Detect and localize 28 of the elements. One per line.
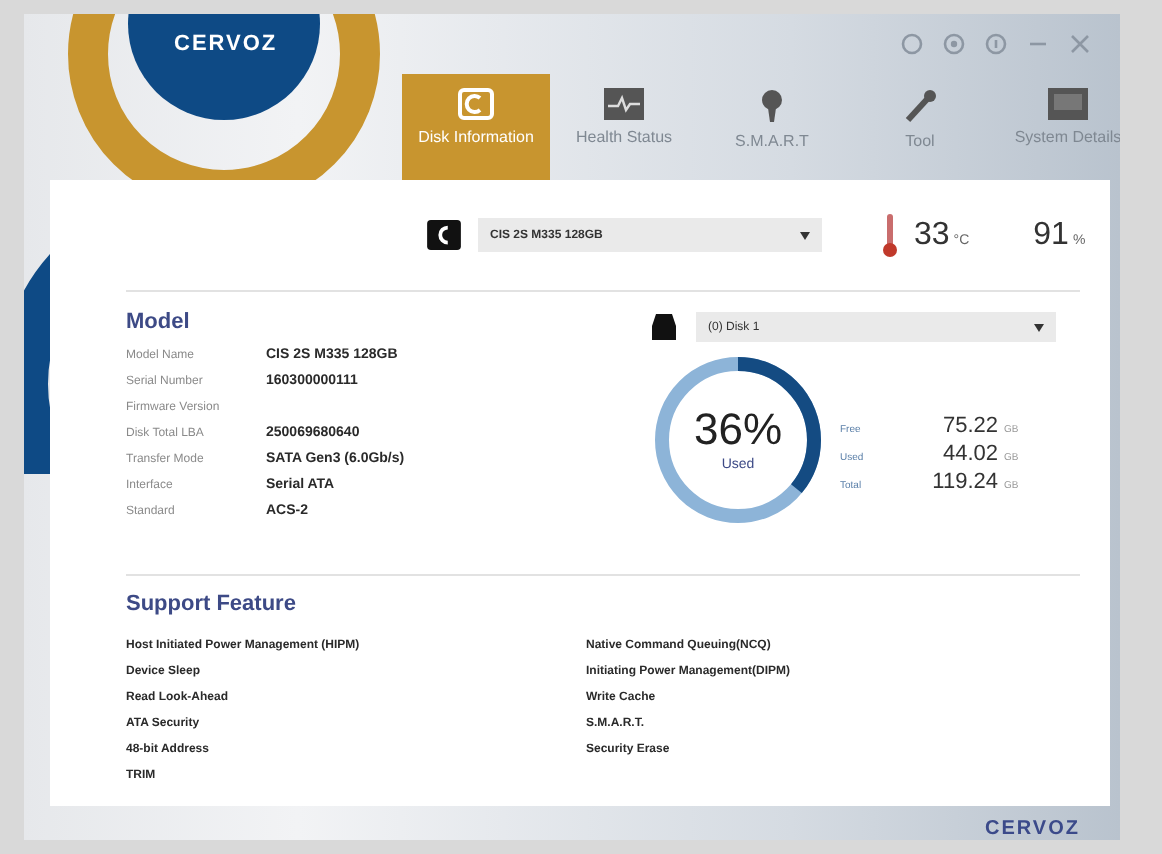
- stat-value: 75.22: [940, 414, 998, 438]
- wrench-icon: [902, 88, 938, 124]
- close-icon[interactable]: [1068, 32, 1092, 56]
- bulb-icon: [760, 88, 784, 124]
- caret-icon: [1034, 323, 1044, 331]
- refresh-icon[interactable]: [900, 32, 924, 56]
- settings-icon[interactable]: [942, 32, 966, 56]
- info-icon[interactable]: [984, 32, 1008, 56]
- tab[interactable]: System Details: [994, 74, 1120, 180]
- drive-icon: [652, 314, 676, 340]
- tab[interactable]: Disk Information: [402, 74, 550, 180]
- screen-icon: [1048, 88, 1088, 120]
- tab[interactable]: Health Status: [550, 74, 698, 180]
- stat-value: 44.02: [940, 442, 998, 466]
- pulse-icon: [604, 88, 644, 120]
- drive-icon: [426, 220, 462, 250]
- brand-logo: CERVOZ: [174, 32, 278, 56]
- health-value: 91: [1033, 217, 1069, 253]
- temperature-value: 33: [914, 217, 950, 253]
- brand-logo: CERVOZ: [985, 818, 1080, 840]
- tab[interactable]: Tool: [846, 74, 994, 180]
- section-heading: Support Feature: [126, 592, 298, 616]
- stat-value: 119.24: [930, 470, 998, 494]
- caret-icon: [800, 231, 810, 239]
- usage-percent: 36%: [693, 408, 783, 452]
- tab[interactable]: S.M.A.R.T: [698, 74, 846, 180]
- thermometer-icon: [882, 213, 898, 257]
- section-heading: Model: [126, 310, 192, 334]
